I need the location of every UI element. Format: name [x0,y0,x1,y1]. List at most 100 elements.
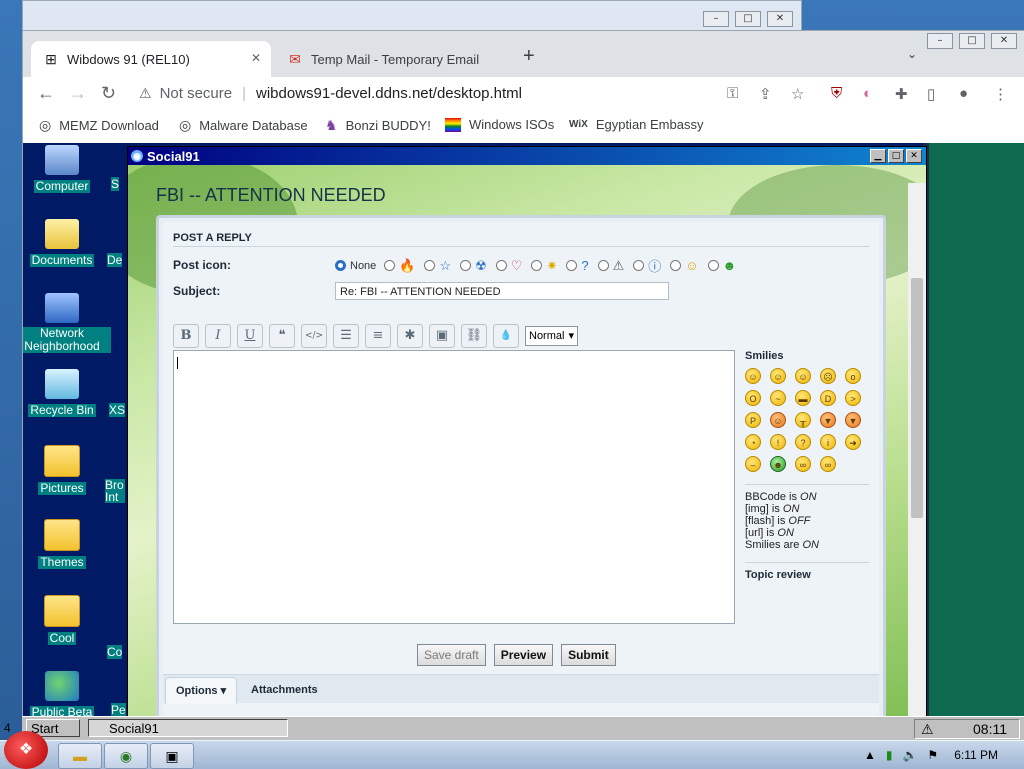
list-item-button[interactable]: ✱ [397,324,423,348]
desktop-icon-computer[interactable]: Computer [23,145,111,193]
tray-expand-icon[interactable]: ▲ [864,748,876,762]
smiley-surprised-icon[interactable]: o [845,368,861,384]
chrome-icon[interactable]: ◉ [104,743,148,769]
smiley-shocked-icon[interactable]: O [745,390,761,406]
post-icon-radio-warning[interactable] [597,260,609,271]
close-tab-icon[interactable]: ✕ [251,51,261,65]
explorer-folder-icon[interactable]: ▬ [58,743,102,769]
submit-button[interactable]: Submit [561,644,616,666]
smiley-sad-icon[interactable]: ☹ [820,368,836,384]
list-button[interactable]: ☰ [333,324,359,348]
desktop-icon-themes[interactable]: Themes [23,519,111,569]
social91-scrollbar[interactable] [908,183,926,717]
image-button[interactable]: ▣ [429,324,455,348]
warning-icon[interactable]: ⚠ [921,720,934,738]
smiley-razz-icon[interactable]: P [745,412,761,428]
menu-kebab-icon[interactable]: ⋮ [993,85,1008,103]
sidebar-icon[interactable]: ▯ [927,85,935,103]
bookmark-egyptian-embassy[interactable]: WiX Egyptian Embassy [569,117,703,132]
preview-button[interactable]: Preview [493,644,554,666]
pride-extension-icon[interactable]: ◐ [863,85,872,102]
smiley-cool-icon[interactable]: ▬ [795,390,811,406]
smiley-idea-icon[interactable]: i [820,434,836,450]
minimize-button[interactable]: ▁ [870,149,886,163]
smiley-evil-icon[interactable]: ▼ [820,412,836,428]
smiley-exclaim-icon[interactable]: ! [770,434,786,450]
smiley-geek-icon[interactable]: ∞ [795,456,811,472]
share-icon[interactable]: ⇪ [759,85,772,103]
extensions-puzzle-icon[interactable]: ✚ [895,85,908,103]
post-icon-radio-star[interactable] [424,260,436,271]
post-icon-radio-wink[interactable] [670,260,682,271]
tab-search-chevron-icon[interactable]: ⌄ [907,47,917,61]
social91-titlebar[interactable]: ◉ Social91 ▁ □ ✕ [128,147,926,165]
smiley-ugeek-icon[interactable]: ∞ [820,456,836,472]
smiley-rolleyes-icon[interactable]: ◔ [745,434,761,450]
desktop-icon-partial[interactable]: Pe [111,703,126,717]
smiley-laughing-icon[interactable]: D [820,390,836,406]
command-prompt-icon[interactable]: ▣ [150,743,194,769]
post-icon-radio-grin[interactable] [707,260,719,271]
tab-wibdows91[interactable]: ⊞ Wibdows 91 (REL10) ✕ [31,41,271,77]
save-draft-button[interactable]: Save draft [417,644,486,666]
bold-button[interactable]: B [173,324,199,348]
underline-button[interactable]: U [237,324,263,348]
desktop-icon-recycle-bin[interactable]: Recycle Bin [23,369,111,417]
back-window-close-button[interactable]: ✕ [767,11,793,27]
start-orb-icon[interactable]: ❖ [4,731,48,769]
scrollbar-thumb[interactable] [911,278,923,518]
bookmark-memz[interactable]: ◎ MEMZ Download [39,117,159,134]
post-icon-radio-heart[interactable] [495,260,507,271]
ublock-shield-icon[interactable]: ⛨ [831,85,842,102]
action-flag-icon[interactable]: ⚑ [927,748,938,762]
smiley-neutral-icon[interactable]: – [745,456,761,472]
color-button[interactable]: 💧 [493,324,519,348]
quote-button[interactable]: ❝ [269,324,295,348]
browser-minimize-button[interactable]: – [927,33,953,49]
battery-icon[interactable]: ▮ [886,748,893,762]
desktop-icon-pictures[interactable]: Pictures [23,445,111,495]
smiley-very-happy-icon[interactable]: ☺ [745,368,761,384]
desktop-icon-partial[interactable]: Bro Int [105,479,125,503]
back-window-maximize-button[interactable]: □ [735,11,761,27]
taskbar-button-social91[interactable]: Social91 [88,719,288,737]
new-tab-button[interactable]: + [523,45,535,68]
post-icon-radio-radioactive[interactable] [460,260,472,271]
smiley-embarrassed-icon[interactable]: ☺ [770,412,786,428]
desktop-icon-public-beta[interactable]: Public Beta [23,671,111,717]
tab-attachments[interactable]: Attachments [251,677,318,703]
desktop-icon-documents[interactable]: Documents [23,219,111,267]
italic-button[interactable]: I [205,324,231,348]
tab-temp-mail[interactable]: ✉ Temp Mail - Temporary Email [275,41,515,77]
bookmark-star-icon[interactable]: ☆ [791,85,804,103]
desktop-icon-partial[interactable]: XS [109,403,126,417]
back-window-minimize-button[interactable]: – [703,11,729,27]
desktop-icon-network[interactable]: Network Neighborhood [23,293,111,353]
smiley-crying-icon[interactable]: ╥ [795,412,811,428]
post-icon-radio-star-burst[interactable] [531,260,543,271]
maximize-button[interactable]: □ [888,149,904,163]
back-arrow-icon[interactable]: ← [37,83,55,104]
browser-close-button[interactable]: ✕ [991,33,1017,49]
tab-options[interactable]: Options ▾ [165,677,238,704]
subject-input[interactable]: Re: FBI -- ATTENTION NEEDED [335,282,669,300]
code-button[interactable]: </> [301,324,327,348]
desktop-icon-partial[interactable]: Co [107,645,123,659]
message-textarea[interactable] [173,350,735,624]
profile-avatar-icon[interactable]: ● [959,85,968,102]
topic-review-link[interactable]: Topic review [745,562,869,581]
smiley-green-icon[interactable]: ☻ [770,456,786,472]
smiley-confused-icon[interactable]: ~ [770,390,786,406]
link-button[interactable]: ⛓ [461,324,487,348]
smiley-wink-icon[interactable]: ☺ [795,368,811,384]
post-icon-radio-info[interactable] [633,260,645,271]
ordered-list-button[interactable]: ≡ [365,324,391,348]
desktop-icon-partial[interactable]: S [111,177,120,191]
post-icon-radio-question[interactable] [566,260,578,271]
system-clock[interactable]: 6:11 PM [954,748,998,762]
browser-maximize-button[interactable]: □ [959,33,985,49]
smiley-twisted-icon[interactable]: ▼ [845,412,861,428]
volume-icon[interactable]: 🔈 [902,748,917,762]
post-icon-radio-none[interactable] [335,260,346,271]
desktop-icon-cool[interactable]: Cool [23,595,111,645]
